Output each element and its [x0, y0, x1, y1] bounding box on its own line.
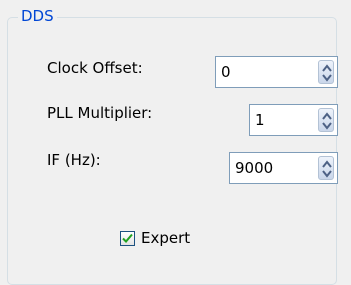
if-hz-value[interactable]: 9000 [235, 158, 273, 178]
spin-updown-icon [322, 64, 332, 82]
group-title: DDS [18, 6, 57, 26]
spin-updown-icon [322, 112, 332, 130]
expert-checkbox[interactable] [120, 230, 135, 246]
clock-offset-label: Clock Offset: [47, 59, 143, 77]
spin-updown-icon [322, 160, 332, 178]
pll-multiplier-value[interactable]: 1 [255, 110, 265, 130]
clock-offset-spinbox[interactable]: 0 [215, 56, 338, 88]
if-hz-spin-button[interactable] [318, 156, 334, 180]
expert-label[interactable]: Expert [141, 228, 190, 248]
pll-multiplier-label: PLL Multiplier: [47, 104, 153, 122]
expert-checkbox-row[interactable]: Expert [120, 228, 190, 248]
if-hz-label: IF (Hz): [47, 151, 101, 169]
checkmark-icon [122, 233, 133, 243]
pll-multiplier-spinbox[interactable]: 1 [249, 104, 338, 136]
if-hz-spinbox[interactable]: 9000 [229, 152, 338, 184]
pll-multiplier-spin-button[interactable] [318, 108, 334, 132]
clock-offset-value[interactable]: 0 [221, 62, 231, 82]
clock-offset-spin-button[interactable] [318, 60, 334, 84]
